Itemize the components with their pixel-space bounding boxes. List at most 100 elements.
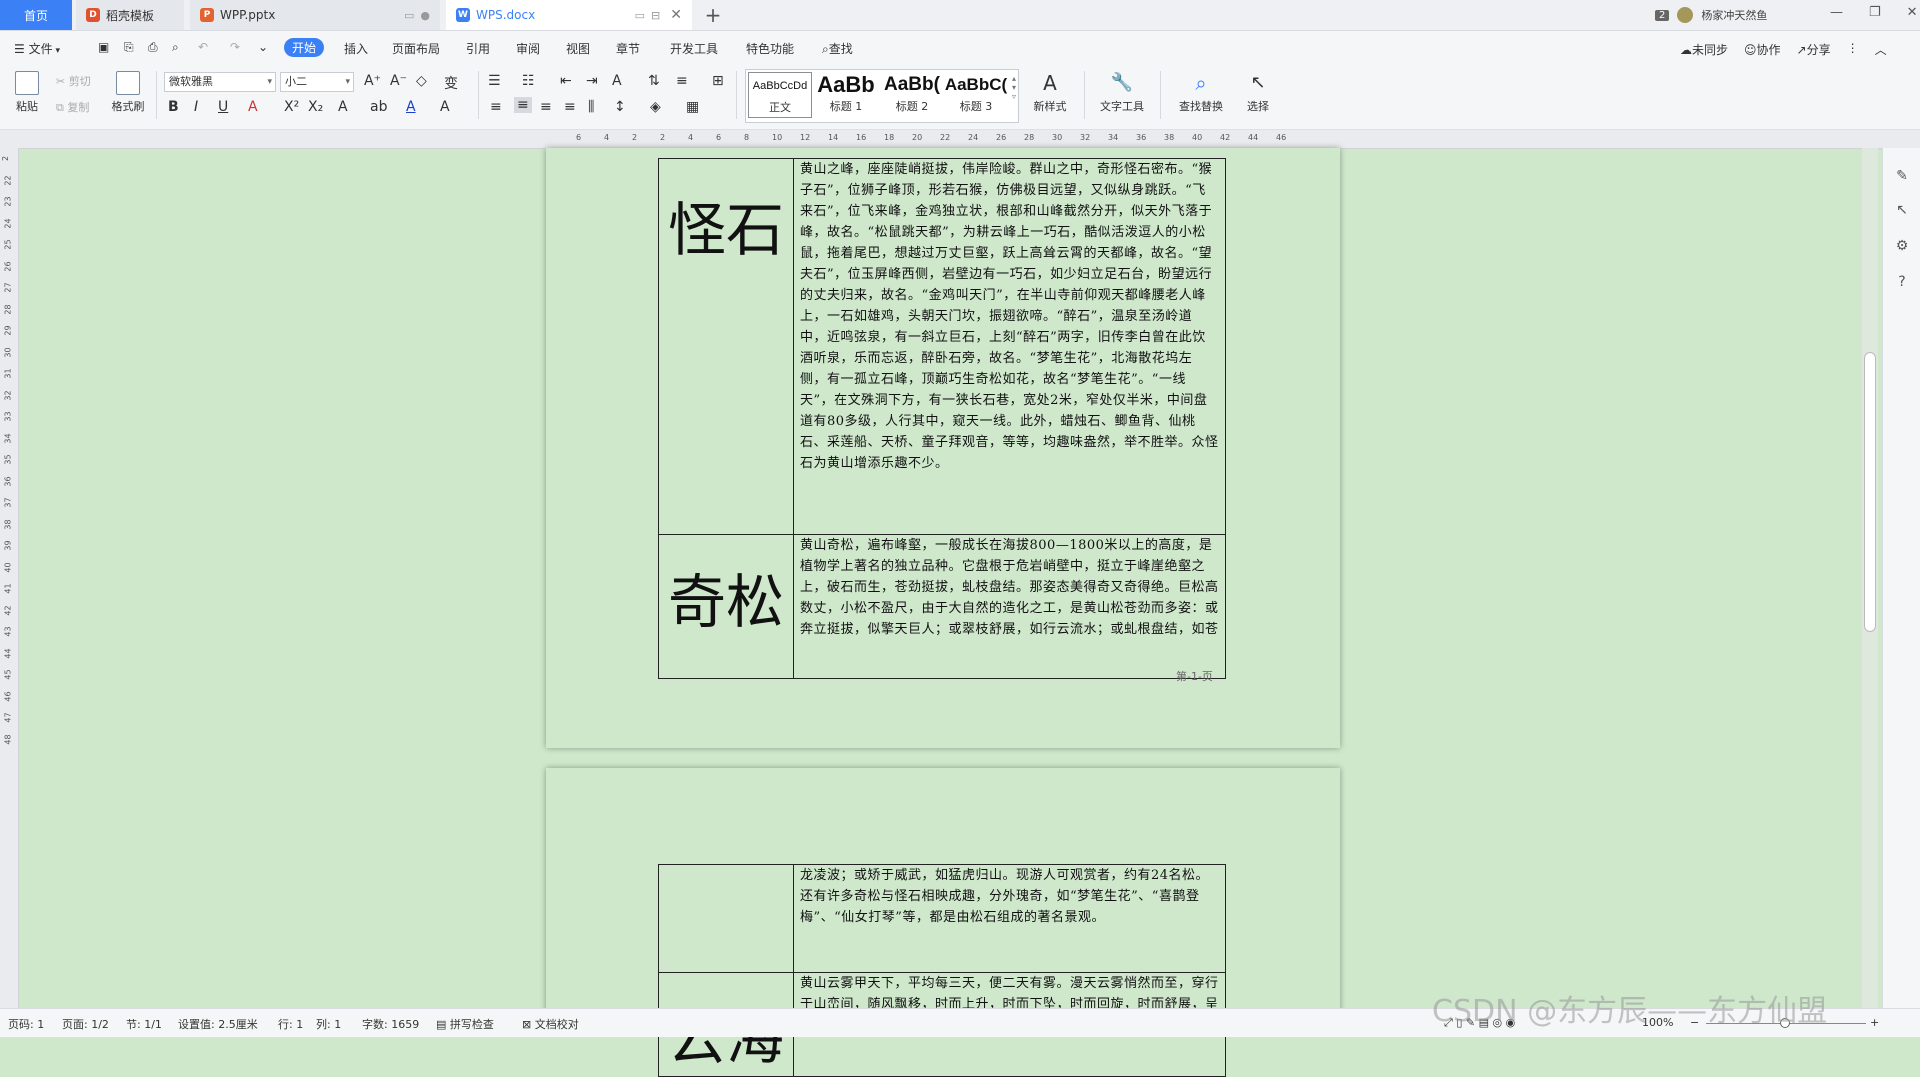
row-text-qisong[interactable]: 黄山奇松，遍布峰壑，一般成长在海拔800—1800米以上的高度，是植物学上著名的… xyxy=(793,534,1226,679)
minimize-icon[interactable]: — xyxy=(1830,5,1843,20)
text-tools-button[interactable]: 🔧 文字工具 xyxy=(1092,71,1152,114)
borders-icon[interactable]: ⊞ xyxy=(712,73,724,89)
user-area[interactable]: 2 杨家冲天然鱼 xyxy=(1655,7,1767,23)
add-tab-button[interactable]: + xyxy=(702,4,724,26)
tab-docx[interactable]: W WPS.docx ▭ ⊟ ✕ xyxy=(446,0,692,30)
sync-button[interactable]: ☁未同步 xyxy=(1680,41,1728,58)
clear-format-icon[interactable]: ◇ xyxy=(416,73,427,89)
restore-icon[interactable]: ❐ xyxy=(1869,5,1881,20)
distribute-icon[interactable]: ⫼ xyxy=(588,99,594,115)
superscript-icon[interactable]: X² xyxy=(284,99,299,115)
share-button[interactable]: ↗分享 xyxy=(1797,41,1831,58)
more-icon[interactable]: ⋮ xyxy=(1847,41,1859,58)
align-left-icon[interactable]: ≡ xyxy=(490,99,502,115)
window-icon[interactable]: ▭ xyxy=(404,9,414,22)
decrease-indent-icon[interactable]: ⇤ xyxy=(560,73,572,89)
tab-home[interactable]: 首页 xyxy=(0,0,72,30)
style-heading-1[interactable]: AaBb 标题 1 xyxy=(814,72,878,118)
close-icon[interactable]: ✕ xyxy=(670,7,682,23)
italic-icon[interactable]: I xyxy=(194,99,198,115)
style-normal[interactable]: AaBbCcDd 正文 xyxy=(748,72,812,118)
font-size-select[interactable]: 小二 xyxy=(280,72,354,92)
collaborate-button[interactable]: ☺协作 xyxy=(1744,41,1781,58)
bullet-list-icon[interactable]: ☰ xyxy=(488,73,501,89)
line-spacing-icon[interactable]: ↕ xyxy=(614,99,626,115)
proofread-button[interactable]: ⊠ 文档校对 xyxy=(522,1016,579,1032)
new-style-button[interactable]: A 新样式 xyxy=(1024,71,1076,114)
bold-icon[interactable]: B xyxy=(168,99,179,115)
redo-icon[interactable]: ↷ xyxy=(230,40,240,54)
increase-indent-icon[interactable]: ⇥ xyxy=(586,73,598,89)
style-heading-3[interactable]: AaBbC( 标题 3 xyxy=(944,72,1008,118)
char-shading-icon[interactable]: A xyxy=(440,99,450,115)
vertical-ruler[interactable]: 2 22 23 24 25 26 27 28 29 30 31 32 33 34 35 36 37 38 39 40 4… xyxy=(0,148,19,1008)
status-page[interactable]: 页面: 1/2 xyxy=(62,1016,109,1032)
row-text-guaishi[interactable]: 黄山之峰，座座陡峭挺拔，伟岸险峻。群山之中，奇形怪石密布。“猴子石”，位狮子峰顶… xyxy=(793,158,1226,535)
strikethrough-icon[interactable]: A xyxy=(248,99,258,115)
print-icon[interactable]: ⎙ xyxy=(148,40,158,55)
edit-icon[interactable]: ✎ xyxy=(1894,168,1910,184)
sort-icon[interactable]: ⇅ xyxy=(648,73,660,89)
menu-features[interactable]: 特色功能 xyxy=(746,40,794,57)
subscript-icon[interactable]: X₂ xyxy=(308,99,323,115)
save-icon[interactable]: ▣ xyxy=(98,40,109,54)
status-col[interactable]: 列: 1 xyxy=(316,1016,341,1032)
menu-developer[interactable]: 开发工具 xyxy=(670,40,718,57)
status-page-code[interactable]: 页码: 1 xyxy=(8,1016,44,1032)
menu-home[interactable]: 开始 xyxy=(284,38,325,57)
window-icon[interactable]: ▭ xyxy=(635,9,645,22)
avatar[interactable] xyxy=(1677,7,1694,23)
shading-icon[interactable]: ◈ xyxy=(650,99,661,115)
border-icon[interactable]: ▦ xyxy=(686,99,699,115)
columns-icon[interactable]: ≡ xyxy=(676,73,688,89)
menu-insert[interactable]: 插入 xyxy=(344,40,368,57)
search-menu[interactable]: ⌕查找 xyxy=(822,40,853,57)
paste-button[interactable]: 粘贴 xyxy=(10,71,44,114)
font-name-select[interactable]: 微软雅黑 xyxy=(164,72,276,92)
grow-font-icon[interactable]: A⁺ xyxy=(364,73,381,89)
customize-icon[interactable]: ⌄ xyxy=(258,40,268,54)
close-window-icon[interactable]: ✕ xyxy=(1907,5,1918,20)
menu-chapter[interactable]: 章节 xyxy=(616,40,640,57)
horizontal-ruler[interactable]: 6 4 2 2 4 6 8 10 12 14 16 18 20 22 24 26 28 30 32 34 36 38 40 4… xyxy=(0,130,1920,149)
print-preview-icon[interactable]: ⌕ xyxy=(172,40,179,55)
highlight-icon[interactable]: ab xyxy=(370,99,387,115)
tab-pptx[interactable]: P WPP.pptx ▭ ● xyxy=(190,0,440,30)
zoom-in-icon[interactable]: + xyxy=(1870,1016,1879,1029)
format-painter-button[interactable]: 格式刷 xyxy=(108,71,148,114)
collapse-ribbon-icon[interactable]: ︿ xyxy=(1875,41,1887,58)
justify-icon[interactable]: ≡ xyxy=(564,99,576,115)
status-section[interactable]: 节: 1/1 xyxy=(126,1016,162,1032)
copy-button[interactable]: ⧉ 复制 xyxy=(56,99,89,115)
menu-view[interactable]: 视图 xyxy=(566,40,590,57)
spell-check-button[interactable]: ▤ 拼写检查 xyxy=(436,1016,494,1032)
cut-button[interactable]: ✂ 剪切 xyxy=(56,73,91,89)
align-center-icon[interactable]: ≡ xyxy=(514,97,532,113)
row-text-continued[interactable]: 龙凌波；或矫于威武，如猛虎归山。现游人可观赏者，约有24名松。还有许多奇松与怪石… xyxy=(793,864,1226,973)
select-button[interactable]: ↖ 选择 xyxy=(1240,71,1276,114)
row-title-guaishi[interactable]: 怪石 xyxy=(658,158,794,535)
export-icon[interactable]: ⎘ xyxy=(124,40,134,55)
find-replace-button[interactable]: ⌕ 查找替换 xyxy=(1170,71,1232,114)
menu-references[interactable]: 引用 xyxy=(466,40,490,57)
status-words[interactable]: 字数: 1659 xyxy=(362,1016,419,1032)
row-title-empty[interactable] xyxy=(658,864,794,973)
status-row[interactable]: 行: 1 xyxy=(278,1016,303,1032)
text-effect-icon[interactable]: A xyxy=(338,99,348,115)
status-setting[interactable]: 设置值: 2.5厘米 xyxy=(178,1016,258,1032)
notification-badge[interactable]: 2 xyxy=(1655,9,1670,21)
user-name[interactable]: 杨家冲天然鱼 xyxy=(1701,7,1767,23)
styles-scroll-icon[interactable]: ▴ ▾ ▿ xyxy=(1012,74,1016,101)
menu-layout[interactable]: 页面布局 xyxy=(392,40,440,57)
tab-templates[interactable]: D 稻壳模板 xyxy=(76,0,184,30)
style-heading-2[interactable]: AaBb( 标题 2 xyxy=(880,72,944,118)
row-title-qisong[interactable]: 奇松 xyxy=(658,534,794,679)
case-icon[interactable]: A xyxy=(612,73,622,89)
menu-review[interactable]: 审阅 xyxy=(516,40,540,57)
align-right-icon[interactable]: ≡ xyxy=(540,99,552,115)
font-color-icon[interactable]: A xyxy=(406,99,416,115)
pointer-icon[interactable]: ↖ xyxy=(1894,202,1910,218)
settings-icon[interactable]: ⚙ xyxy=(1894,238,1910,254)
undo-icon[interactable]: ↶ xyxy=(198,40,208,54)
scrollbar-thumb[interactable] xyxy=(1864,352,1876,632)
